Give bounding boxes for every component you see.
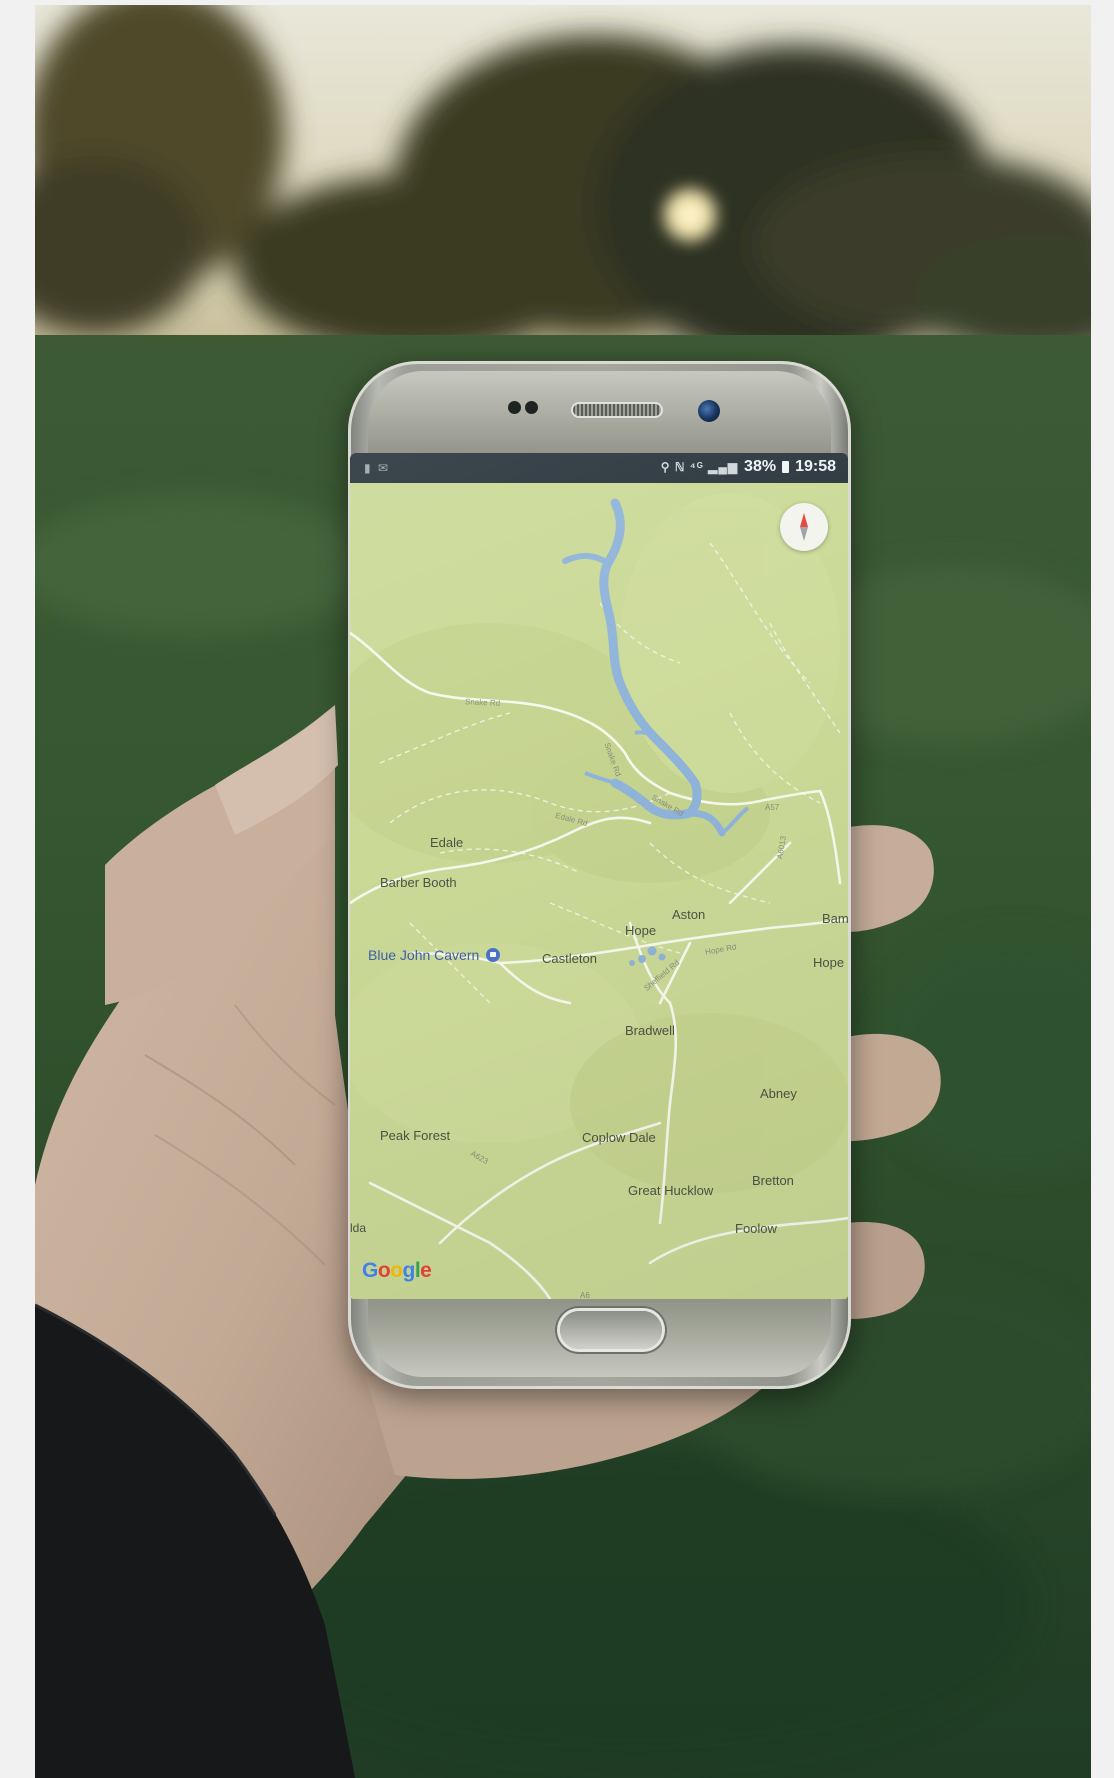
status-right-group: ⚲ ℕ ⁴ᴳ ▂▄▆ 38% 19:58 <box>661 458 836 476</box>
battery-icon <box>782 461 790 473</box>
compass-icon[interactable] <box>780 503 828 551</box>
phone-screen: ▮ ✉ ⚲ ℕ ⁴ᴳ ▂▄▆ 38% 19:58 Edale Barber Bo… <box>350 453 848 1299</box>
place-label-blue-john-cavern[interactable]: Blue John Cavern <box>368 947 479 963</box>
road-label-snake-rd-1: Snake Rd <box>464 697 501 708</box>
place-label-hope-east[interactable]: Hope <box>813 955 844 970</box>
place-label-aston[interactable]: Aston <box>672 907 705 922</box>
status-bar: ▮ ✉ ⚲ ℕ ⁴ᴳ ▂▄▆ 38% 19:58 <box>350 453 848 483</box>
map-edge-fragment: lda <box>350 1221 367 1235</box>
earpiece-speaker <box>573 404 661 416</box>
place-label-bradwell[interactable]: Bradwell <box>625 1023 675 1038</box>
place-label-barber-booth[interactable]: Barber Booth <box>380 875 457 890</box>
google-logo: Google <box>362 1259 432 1282</box>
map-view[interactable]: Edale Barber Booth Blue John Cavern Cast… <box>350 483 848 1299</box>
photo-scene: ▮ ✉ ⚲ ℕ ⁴ᴳ ▂▄▆ 38% 19:58 Edale Barber Bo… <box>35 5 1091 1778</box>
front-camera <box>698 400 720 422</box>
home-button[interactable] <box>560 1311 662 1349</box>
notification-icons: ▮ ✉ <box>364 461 390 475</box>
cave-poi-icon[interactable] <box>486 948 500 962</box>
place-label-edale[interactable]: Edale <box>430 835 463 850</box>
place-label-great-hucklow[interactable]: Great Hucklow <box>628 1183 713 1198</box>
phone-top-bezel <box>368 371 831 461</box>
place-label-hope[interactable]: Hope <box>625 923 656 938</box>
clock: 19:58 <box>795 458 836 475</box>
place-label-peak-forest[interactable]: Peak Forest <box>380 1128 450 1143</box>
phone-bottom-bezel <box>368 1289 831 1377</box>
place-label-bam[interactable]: Bam <box>822 911 848 926</box>
proximity-sensor <box>508 401 542 417</box>
road-label-a57: A57 <box>765 803 780 812</box>
place-label-coplow-dale[interactable]: Coplow Dale <box>582 1130 656 1145</box>
signal-icons: ⚲ ℕ ⁴ᴳ ▂▄▆ <box>660 460 739 474</box>
battery-level: 38% <box>744 458 777 475</box>
place-label-abney[interactable]: Abney <box>760 1086 797 1101</box>
road-label-a6: A6 <box>580 1291 590 1299</box>
place-label-castleton[interactable]: Castleton <box>542 951 597 966</box>
place-label-bretton[interactable]: Bretton <box>752 1173 794 1188</box>
place-label-foolow[interactable]: Foolow <box>735 1221 777 1236</box>
